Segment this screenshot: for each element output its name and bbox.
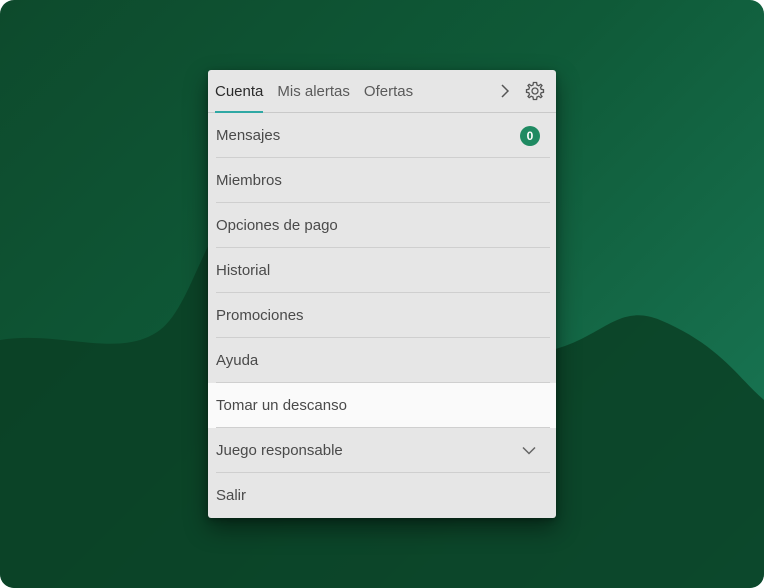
menu-item-label: Tomar un descanso xyxy=(216,397,347,414)
menu-item-label: Mensajes xyxy=(216,127,281,144)
menu-item-salir[interactable]: Salir xyxy=(208,473,556,518)
account-menu-panel: Cuenta Mis alertas Ofertas Mensajes 0 Mi… xyxy=(208,70,556,518)
menu-item-tomar-un-descanso[interactable]: Tomar un descanso xyxy=(208,383,556,428)
menu-item-label: Miembros xyxy=(216,172,282,189)
tab-ofertas[interactable]: Ofertas xyxy=(357,70,420,112)
chevron-down-icon[interactable] xyxy=(522,446,536,455)
menu-item-ayuda[interactable]: Ayuda xyxy=(208,338,556,383)
menu-item-label: Salir xyxy=(216,487,247,504)
menu-item-mensajes[interactable]: Mensajes 0 xyxy=(208,113,556,158)
menu-item-label: Ayuda xyxy=(216,352,259,369)
menu-item-label: Historial xyxy=(216,262,271,279)
menu-item-label: Promociones xyxy=(216,307,304,324)
tab-actions xyxy=(494,70,546,112)
menu-item-label: Opciones de pago xyxy=(216,217,338,234)
tab-mis-alertas[interactable]: Mis alertas xyxy=(270,70,357,112)
menu-list: Mensajes 0 Miembros Opciones de pago His… xyxy=(208,113,556,518)
chevron-right-icon[interactable] xyxy=(494,80,516,102)
menu-item-juego-responsable[interactable]: Juego responsable xyxy=(208,428,556,473)
menu-item-historial[interactable]: Historial xyxy=(208,248,556,293)
messages-count-badge: 0 xyxy=(520,125,540,146)
menu-item-promociones[interactable]: Promociones xyxy=(208,293,556,338)
menu-item-miembros[interactable]: Miembros xyxy=(208,158,556,203)
tab-bar: Cuenta Mis alertas Ofertas xyxy=(208,70,556,113)
menu-item-opciones-de-pago[interactable]: Opciones de pago xyxy=(208,203,556,248)
menu-item-label: Juego responsable xyxy=(216,442,343,459)
tab-cuenta[interactable]: Cuenta xyxy=(208,70,270,113)
gear-icon[interactable] xyxy=(524,80,546,102)
